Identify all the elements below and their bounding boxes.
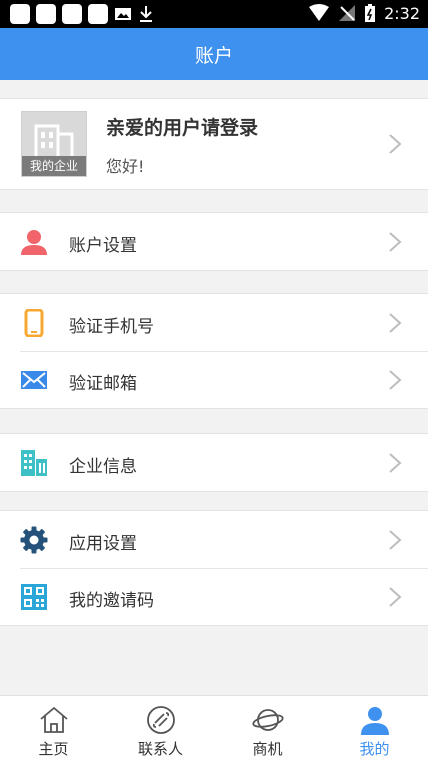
gear-icon [20, 526, 48, 554]
tab-contacts[interactable]: 联系人 [107, 696, 214, 761]
chevron-right-icon [389, 232, 402, 252]
home-icon [40, 706, 68, 733]
menu-item-verify-email[interactable]: 验证邮箱 [0, 351, 428, 408]
notification-icon [10, 4, 30, 24]
chevron-right-icon [389, 453, 402, 473]
qr-code-icon [21, 584, 47, 610]
tab-label: 商机 [252, 740, 283, 758]
menu-item-label: 应用设置 [69, 534, 137, 554]
notification-icon [36, 4, 56, 24]
notification-icons [10, 4, 154, 24]
planet-icon [252, 709, 284, 731]
menu-item-company-info[interactable]: 企业信息 [0, 434, 428, 491]
menu-item-label: 验证手机号 [69, 317, 154, 337]
title-bar: 账户 [0, 28, 428, 80]
account-section: 账户设置 [0, 212, 428, 271]
menu-item-label: 企业信息 [69, 457, 137, 477]
download-icon [140, 6, 152, 22]
avatar-caption: 我的企业 [22, 156, 86, 176]
verification-section: 验证手机号 验证邮箱 [0, 293, 428, 409]
company-avatar: 我的企业 [21, 111, 87, 177]
status-bar: 2:32 [0, 0, 428, 28]
envelope-icon [21, 371, 47, 389]
profile-section[interactable]: 我的企业 亲爱的用户请登录 您好! [0, 98, 428, 190]
status-time: 2:32 [384, 3, 420, 23]
person-icon [21, 230, 47, 255]
link-icon [147, 706, 175, 734]
notification-icon [62, 4, 82, 24]
company-icon [21, 450, 47, 476]
company-section: 企业信息 [0, 433, 428, 492]
chevron-right-icon [389, 134, 402, 154]
greeting-text: 您好! [106, 157, 145, 176]
tab-opportunities[interactable]: 商机 [214, 696, 321, 761]
tab-home[interactable]: 主页 [0, 696, 107, 761]
chevron-right-icon [389, 587, 402, 607]
phone-icon [24, 309, 44, 337]
settings-section: 应用设置 我的邀请码 [0, 510, 428, 626]
tab-label: 联系人 [137, 740, 183, 758]
chevron-right-icon [389, 370, 402, 390]
menu-item-account-settings[interactable]: 账户设置 [0, 213, 428, 270]
menu-item-label: 我的邀请码 [69, 591, 154, 611]
menu-item-label: 验证邮箱 [69, 374, 137, 394]
notification-icon [88, 4, 108, 24]
person-icon [361, 707, 389, 735]
bottom-tab-bar: 主页 联系人 商机 我的 [0, 695, 428, 761]
battery-icon [365, 4, 376, 22]
menu-item-invite-code[interactable]: 我的邀请码 [0, 568, 428, 625]
signal-icon [339, 5, 356, 21]
login-prompt: 亲爱的用户请登录 [106, 117, 259, 139]
login-row[interactable]: 我的企业 亲爱的用户请登录 您好! [0, 99, 428, 189]
chevron-right-icon [389, 530, 402, 550]
wifi-icon [309, 4, 330, 21]
tab-mine[interactable]: 我的 [321, 696, 428, 761]
page-title: 账户 [194, 44, 233, 67]
menu-item-app-settings[interactable]: 应用设置 [0, 511, 428, 568]
menu-item-label: 账户设置 [69, 236, 137, 256]
tab-label: 我的 [359, 740, 390, 758]
building-icon [34, 124, 74, 158]
image-icon [115, 8, 131, 20]
menu-item-verify-phone[interactable]: 验证手机号 [0, 294, 428, 351]
tab-label: 主页 [38, 740, 69, 758]
chevron-right-icon [389, 313, 402, 333]
system-icons: 2:32 [308, 3, 420, 23]
